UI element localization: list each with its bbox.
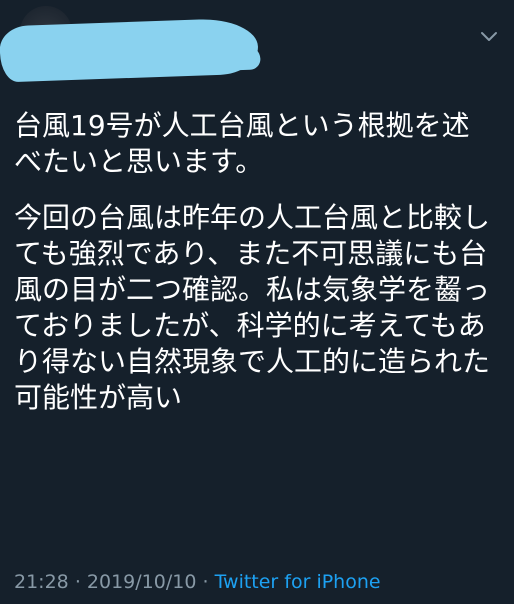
tweet-meta: 21:28 · 2019/10/10 · Twitter for iPhone	[14, 570, 381, 594]
chevron-down-icon[interactable]	[478, 25, 500, 47]
meta-separator: ·	[74, 571, 81, 593]
tweet-card: 台風19号が人工台風という根拠を述べたいと思います。 今回の台風は昨年の人工台風…	[0, 0, 514, 604]
tweet-time[interactable]: 21:28	[14, 571, 69, 593]
tweet-source-link[interactable]: Twitter for iPhone	[215, 571, 381, 593]
redacted-username	[0, 17, 259, 83]
tweet-text: 台風19号が人工台風という根拠を述べたいと思います。 今回の台風は昨年の人工台風…	[14, 108, 502, 416]
tweet-paragraph: 台風19号が人工台風という根拠を述べたいと思います。	[14, 109, 470, 178]
tweet-header	[0, 0, 514, 90]
meta-separator: ·	[202, 571, 209, 593]
tweet-paragraph: 今回の台風は昨年の人工台風と比較しても強烈であり、また不可思議にも台風の目が二つ…	[14, 201, 491, 414]
tweet-date[interactable]: 2019/10/10	[87, 571, 197, 593]
